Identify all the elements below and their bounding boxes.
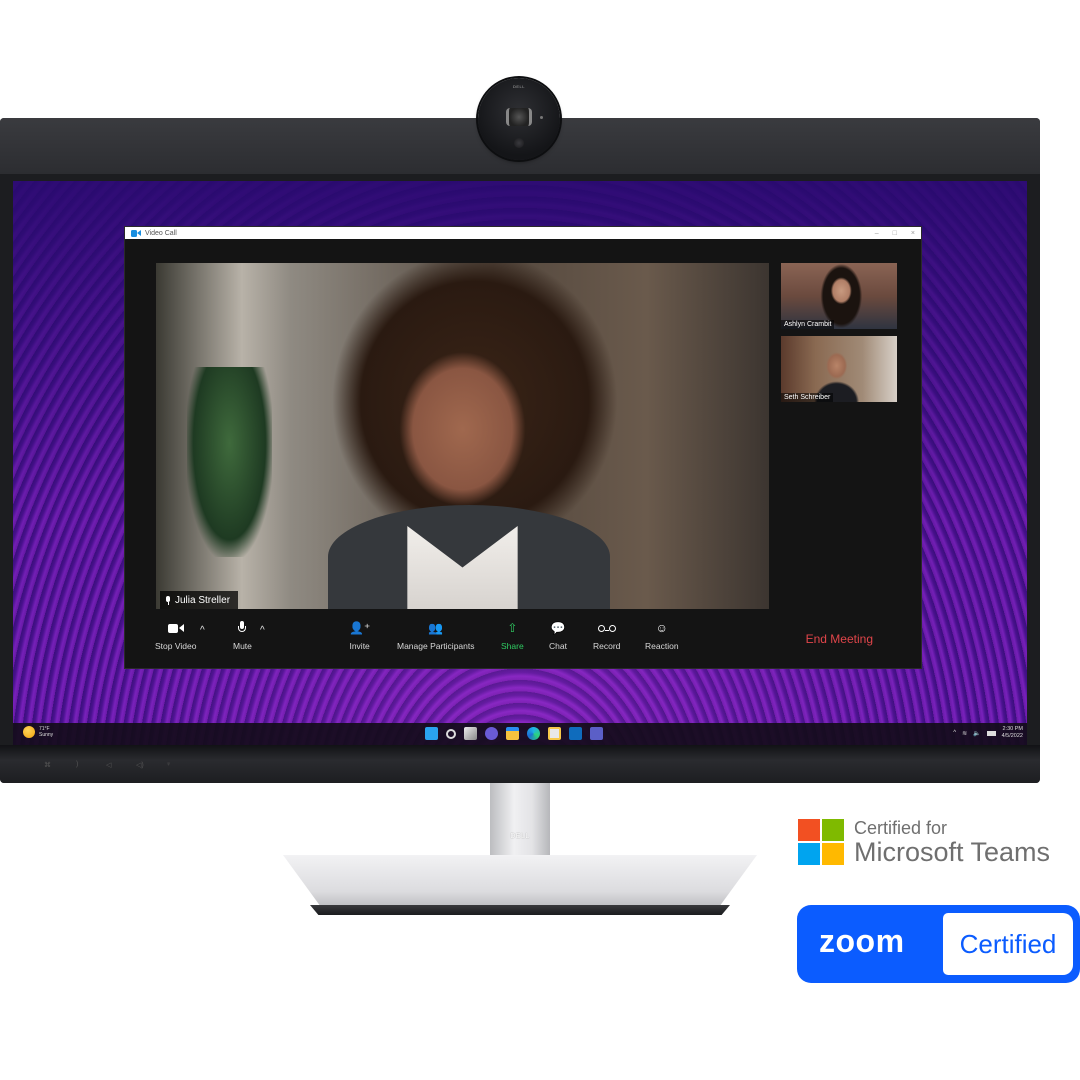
pop-up-webcam: DELL bbox=[478, 78, 560, 160]
stand-base-edge bbox=[310, 905, 730, 915]
desktop-screen: Video Call – □ × Julia Streller Ashlyn C… bbox=[13, 181, 1027, 745]
main-speaker-video: Julia Streller bbox=[156, 263, 769, 609]
microphone-icon bbox=[166, 595, 170, 605]
audio-options-caret[interactable]: ^ bbox=[260, 625, 265, 636]
background-plant bbox=[186, 366, 273, 558]
record-icon bbox=[597, 624, 616, 632]
video-options-caret[interactable]: ^ bbox=[200, 625, 205, 636]
zoom-certified-label: Certified bbox=[943, 913, 1073, 975]
ms-badge-line1: Certified for bbox=[854, 818, 948, 838]
manage-participants-label: Manage Participants bbox=[397, 641, 475, 651]
chat-label: Chat bbox=[549, 641, 567, 651]
webcam-label: DELL bbox=[512, 84, 525, 89]
stop-video-label: Stop Video bbox=[155, 641, 197, 651]
chat-bubble-icon: 💬 bbox=[550, 621, 566, 635]
record-label: Record bbox=[593, 641, 621, 651]
zoom-logo: zoom bbox=[819, 923, 905, 959]
share-button[interactable]: ⇧ Share bbox=[501, 621, 524, 651]
hook-icon[interactable]: ) bbox=[76, 761, 84, 769]
meeting-toolbar: Stop Video ^ Mute ^ 👤⁺ Invite 👥 Manage P… bbox=[125, 615, 921, 665]
window-title: Video Call bbox=[145, 229, 177, 237]
video-camera-icon bbox=[167, 623, 184, 633]
file-explorer-icon[interactable] bbox=[506, 727, 519, 740]
invite-button[interactable]: 👤⁺ Invite bbox=[349, 621, 370, 651]
zoom-certified-badge: zoom Certified bbox=[797, 905, 1080, 983]
reaction-button[interactable]: ☺ Reaction bbox=[645, 621, 679, 651]
participant-tile[interactable]: Seth Schreiber bbox=[781, 336, 897, 402]
participant-name: Ashlyn Crambit bbox=[781, 320, 835, 329]
end-meeting-button[interactable]: End Meeting bbox=[806, 632, 873, 646]
video-camera-app-icon bbox=[131, 229, 141, 237]
ms-badge-line2: Microsoft Teams bbox=[854, 837, 1051, 867]
chat-icon[interactable] bbox=[485, 727, 498, 740]
speaker-name: Julia Streller bbox=[175, 594, 231, 606]
smiley-icon: ☺ bbox=[655, 621, 668, 635]
start-icon[interactable] bbox=[425, 727, 438, 740]
camera-lens-icon bbox=[506, 108, 532, 126]
close-button[interactable]: × bbox=[911, 230, 915, 237]
participant-tile[interactable]: Ashlyn Crambit bbox=[781, 263, 897, 329]
system-tray: ^ ≋ 🔈 2:30 PM 4/5/2022 bbox=[953, 726, 1023, 740]
participants-icon: 👥 bbox=[428, 621, 444, 635]
task-view-icon[interactable] bbox=[464, 727, 477, 740]
search-icon[interactable] bbox=[446, 728, 456, 739]
clock-date: 4/5/2022 bbox=[1001, 733, 1023, 739]
window-titlebar[interactable]: Video Call – □ × bbox=[125, 227, 921, 239]
reaction-label: Reaction bbox=[645, 641, 679, 651]
edge-icon[interactable] bbox=[527, 727, 540, 740]
weather-condition: Sunny bbox=[39, 732, 54, 738]
windows-taskbar: 71°F Sunny ^ ≋ 🔈 2:30 PM 4/5/2022 bbox=[13, 723, 1027, 745]
stand-base bbox=[283, 855, 757, 907]
participant-name: Seth Schreiber bbox=[781, 393, 834, 402]
video-call-window: Video Call – □ × Julia Streller Ashlyn C… bbox=[124, 226, 922, 669]
mic-mute-icon[interactable]: ♀ bbox=[166, 761, 174, 769]
monitor-bottom-bezel: ⌘ ) ◁ ◁) ♀ bbox=[0, 745, 1040, 783]
volume-icon[interactable]: ◁) bbox=[136, 761, 144, 769]
dell-logo: DELL bbox=[510, 833, 530, 840]
speaker-name-tag: Julia Streller bbox=[160, 591, 239, 609]
wifi-icon[interactable]: ≋ bbox=[962, 730, 967, 737]
teams-icon[interactable]: ⌘ bbox=[44, 761, 52, 769]
battery-icon[interactable] bbox=[986, 730, 996, 736]
outlook-icon[interactable] bbox=[569, 727, 582, 740]
teams-icon[interactable] bbox=[590, 727, 603, 740]
chat-button[interactable]: 💬 Chat bbox=[549, 621, 567, 651]
monitor: Video Call – □ × Julia Streller Ashlyn C… bbox=[0, 118, 1040, 783]
invite-label: Invite bbox=[349, 641, 370, 651]
webcam-led bbox=[540, 116, 543, 119]
webcam-sensor bbox=[514, 138, 524, 148]
sun-icon bbox=[23, 726, 35, 738]
share-upload-icon: ⇧ bbox=[507, 621, 518, 635]
tray-chevron-icon[interactable]: ^ bbox=[953, 730, 956, 736]
mute-button[interactable]: Mute bbox=[233, 621, 252, 651]
record-button[interactable]: Record bbox=[593, 621, 620, 651]
volume-icon[interactable]: 🔈 bbox=[973, 730, 980, 737]
store-icon[interactable] bbox=[548, 727, 561, 740]
add-user-icon: 👤⁺ bbox=[349, 621, 371, 635]
volume-down-icon[interactable]: ◁ bbox=[106, 761, 114, 769]
microsoft-logo-icon bbox=[798, 819, 844, 865]
minimize-button[interactable]: – bbox=[875, 230, 879, 237]
weather-widget[interactable]: 71°F Sunny bbox=[23, 726, 53, 738]
clock[interactable]: 2:30 PM 4/5/2022 bbox=[1002, 726, 1023, 740]
stop-video-button[interactable]: Stop Video bbox=[155, 621, 196, 651]
mute-label: Mute bbox=[233, 641, 252, 651]
microphone-icon bbox=[238, 621, 247, 635]
microsoft-teams-badge: Certified for Microsoft Teams bbox=[798, 818, 1050, 866]
share-label: Share bbox=[501, 641, 524, 651]
manage-participants-button[interactable]: 👥 Manage Participants bbox=[397, 621, 475, 651]
maximize-button[interactable]: □ bbox=[893, 230, 897, 237]
clock-time: 2:30 PM bbox=[1002, 726, 1023, 732]
